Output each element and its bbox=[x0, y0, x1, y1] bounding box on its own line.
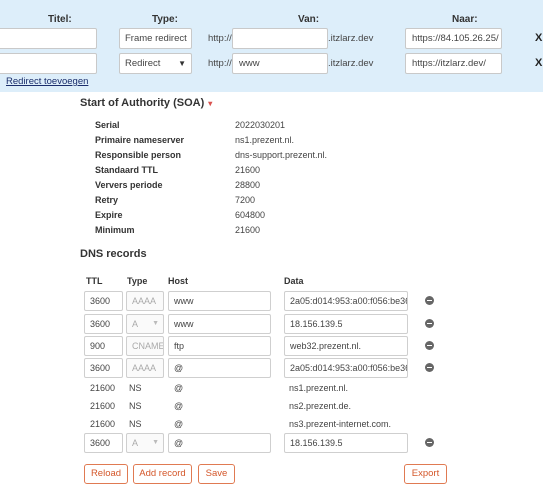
soa-label: Minimum bbox=[95, 225, 135, 235]
redirect-domain: .itzlarz.dev bbox=[328, 33, 374, 44]
redirect-target-input[interactable]: https://itzlarz.dev/ bbox=[405, 53, 502, 74]
record-type-select[interactable]: A ▼ bbox=[126, 433, 164, 453]
soa-label: Serial bbox=[95, 120, 120, 130]
record-type-select[interactable]: AAAA bbox=[126, 291, 164, 311]
header-to: Naar: bbox=[452, 14, 478, 25]
soa-value: 604800 bbox=[235, 210, 266, 220]
remove-redirect-button[interactable]: X bbox=[535, 57, 542, 69]
record-host-input[interactable]: ftp bbox=[168, 336, 271, 356]
chevron-down-icon: ▼ bbox=[152, 320, 159, 327]
remove-record-icon[interactable] bbox=[425, 296, 434, 305]
record-ttl: 21600 bbox=[90, 419, 116, 429]
remove-record-icon[interactable] bbox=[425, 438, 434, 447]
redirect-host-input[interactable]: www bbox=[232, 53, 328, 74]
record-data-input[interactable]: web32.prezent.nl. bbox=[284, 336, 408, 356]
remove-redirect-button[interactable]: X bbox=[535, 32, 542, 44]
record-ttl-input[interactable]: 900 bbox=[84, 336, 123, 356]
redirect-title-input[interactable] bbox=[0, 53, 97, 74]
chevron-down-icon: ▼ bbox=[178, 59, 186, 68]
column-header-ttl: TTL bbox=[86, 276, 103, 286]
record-type-select[interactable]: CNAME bbox=[126, 336, 164, 356]
export-button[interactable]: Export bbox=[404, 464, 447, 484]
header-from: Van: bbox=[298, 14, 320, 25]
record-type-value: A bbox=[132, 438, 139, 448]
redirect-host-input[interactable] bbox=[232, 28, 328, 49]
record-ttl: 21600 bbox=[90, 401, 116, 411]
soa-title-text: Start of Authority (SOA) bbox=[80, 97, 205, 109]
soa-title[interactable]: Start of Authority (SOA) ▾ bbox=[80, 97, 212, 109]
redirect-panel: Titel: Type: Van: Naar: Frame redirect h… bbox=[0, 0, 543, 92]
record-data-input[interactable]: 18.156.139.5 bbox=[284, 314, 408, 334]
add-record-button[interactable]: Add record bbox=[133, 464, 192, 484]
soa-value: 21600 bbox=[235, 225, 261, 235]
record-type-value: CNAME bbox=[132, 341, 164, 351]
add-redirect-link[interactable]: Redirect toevoegen bbox=[6, 76, 88, 87]
record-host-input[interactable]: @ bbox=[168, 433, 271, 453]
record-data: ns1.prezent.nl. bbox=[289, 383, 349, 393]
reload-button[interactable]: Reload bbox=[84, 464, 128, 484]
soa-value: 21600 bbox=[235, 165, 261, 175]
header-type: Type: bbox=[152, 14, 178, 25]
column-header-host: Host bbox=[168, 276, 188, 286]
record-type: NS bbox=[129, 401, 142, 411]
record-data-input[interactable]: 2a05:d014:953:a00:f056:be36 bbox=[284, 358, 408, 378]
record-type: NS bbox=[129, 383, 142, 393]
redirect-domain: .itzlarz.dev bbox=[328, 58, 374, 69]
record-host-input[interactable]: www bbox=[168, 291, 271, 311]
record-host: @ bbox=[174, 401, 184, 411]
record-type-value: AAAA bbox=[132, 296, 157, 306]
redirect-type-value: Redirect bbox=[125, 58, 161, 69]
record-host: @ bbox=[174, 383, 184, 393]
redirect-title-input[interactable] bbox=[0, 28, 97, 49]
redirect-type-select[interactable]: Frame redirect bbox=[119, 28, 192, 49]
soa-label: Standaard TTL bbox=[95, 165, 159, 175]
record-ttl-input[interactable]: 3600 bbox=[84, 433, 123, 453]
record-ttl-input[interactable]: 3600 bbox=[84, 314, 123, 334]
url-prefix: http:// bbox=[208, 58, 232, 69]
redirect-target-input[interactable]: https://84.105.26.25/ bbox=[405, 28, 502, 49]
remove-record-icon[interactable] bbox=[425, 363, 434, 372]
soa-label: Retry bbox=[95, 195, 119, 205]
soa-value: 7200 bbox=[235, 195, 256, 205]
soa-label: Expire bbox=[95, 210, 123, 220]
soa-label: Primaire nameserver bbox=[95, 135, 185, 145]
record-type-value: A bbox=[132, 319, 139, 329]
soa-value: ns1.prezent.nl. bbox=[235, 135, 295, 145]
soa-value: 2022030201 bbox=[235, 120, 286, 130]
record-ttl-input[interactable]: 3600 bbox=[84, 291, 123, 311]
record-ttl-input[interactable]: 3600 bbox=[84, 358, 123, 378]
soa-value: dns-support.prezent.nl. bbox=[235, 150, 328, 160]
record-data-input[interactable]: 18.156.139.5 bbox=[284, 433, 408, 453]
redirect-type-select[interactable]: Redirect ▼ bbox=[119, 53, 192, 74]
record-ttl: 21600 bbox=[90, 383, 116, 393]
column-header-data: Data bbox=[284, 276, 304, 286]
url-prefix: http:// bbox=[208, 33, 232, 44]
chevron-down-icon: ▼ bbox=[152, 439, 159, 446]
soa-label: Ververs periode bbox=[95, 180, 163, 190]
dns-records-title: DNS records bbox=[80, 248, 147, 260]
record-data: ns2.prezent.de. bbox=[289, 401, 352, 411]
record-type-value: AAAA bbox=[132, 363, 157, 373]
column-header-type: Type bbox=[127, 276, 148, 286]
record-host: @ bbox=[174, 419, 184, 429]
record-data: ns3.prezent-internet.com. bbox=[289, 419, 392, 429]
record-type-select[interactable]: A ▼ bbox=[126, 314, 164, 334]
record-type: NS bbox=[129, 419, 142, 429]
record-host-input[interactable]: @ bbox=[168, 358, 271, 378]
remove-record-icon[interactable] bbox=[425, 319, 434, 328]
save-button[interactable]: Save bbox=[198, 464, 235, 484]
record-type-select[interactable]: AAAA bbox=[126, 358, 164, 378]
record-data-input[interactable]: 2a05:d014:953:a00:f056:be36 bbox=[284, 291, 408, 311]
redirect-type-value: Frame redirect bbox=[125, 33, 187, 44]
record-host-input[interactable]: www bbox=[168, 314, 271, 334]
header-title: Titel: bbox=[48, 14, 72, 25]
soa-label: Responsible person bbox=[95, 150, 182, 160]
remove-record-icon[interactable] bbox=[425, 341, 434, 350]
caret-down-icon: ▾ bbox=[208, 99, 213, 108]
soa-value: 28800 bbox=[235, 180, 261, 190]
